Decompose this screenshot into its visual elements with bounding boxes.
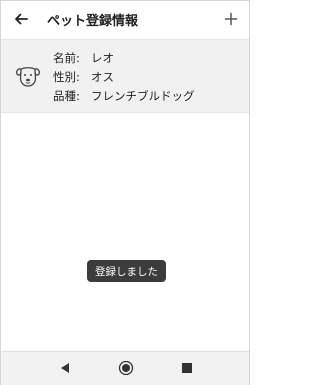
triangle-back-icon[interactable] <box>59 362 71 374</box>
square-recents-icon[interactable] <box>181 362 193 374</box>
breed-label: 品種: <box>53 89 80 103</box>
pet-sex-row: 性別: オス <box>53 69 114 85</box>
circle-home-icon[interactable] <box>118 360 134 376</box>
pet-list-item[interactable]: 名前: レオ 性別: オス 品種: フレンチブルドッグ <box>1 39 249 113</box>
back-button[interactable] <box>9 7 33 31</box>
add-pet-button[interactable] <box>219 7 243 31</box>
pet-name-row: 名前: レオ <box>53 50 114 66</box>
sex-value: オス <box>91 70 114 84</box>
breed-value: フレンチブルドッグ <box>91 89 195 103</box>
pet-breed-row: 品種: フレンチブルドッグ <box>53 88 195 104</box>
system-nav-bar <box>1 351 249 385</box>
name-value: レオ <box>91 51 114 65</box>
plus-icon <box>224 12 238 26</box>
arrow-left-icon <box>15 13 28 25</box>
app-screen: ペット登録情報 名前: レオ 性別: オス 品種: フレンチブルドッグ 登録しました <box>0 0 250 385</box>
toast-message: 登録しました <box>87 260 166 282</box>
sex-label: 性別: <box>53 70 80 84</box>
dog-face-icon <box>16 67 40 87</box>
name-label: 名前: <box>53 51 80 65</box>
page-title: ペット登録情報 <box>47 14 139 29</box>
app-bar: ペット登録情報 <box>1 1 249 37</box>
